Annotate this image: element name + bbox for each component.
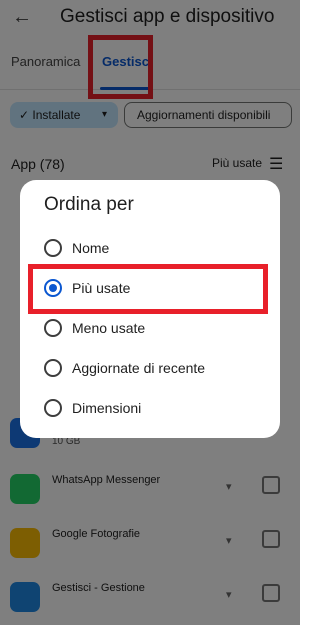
dialog-title: Ordina per xyxy=(44,194,134,215)
sort-option-meno-usate[interactable]: Meno usate xyxy=(44,314,264,344)
sort-option-nome[interactable]: Nome xyxy=(44,234,264,264)
sort-option-dimensioni[interactable]: Dimensioni xyxy=(44,394,264,424)
radio-button[interactable] xyxy=(44,239,62,257)
option-label: Aggiornate di recente xyxy=(72,360,206,376)
option-label: Nome xyxy=(72,240,110,256)
option-label: Dimensioni xyxy=(72,400,142,416)
sort-option-aggiornate-di-recente[interactable]: Aggiornate di recente xyxy=(44,354,264,384)
radio-button[interactable] xyxy=(44,319,62,337)
option-label: Meno usate xyxy=(72,320,146,336)
radio-button[interactable] xyxy=(44,399,62,417)
highlight-box-option xyxy=(28,264,268,314)
radio-button[interactable] xyxy=(44,359,62,377)
